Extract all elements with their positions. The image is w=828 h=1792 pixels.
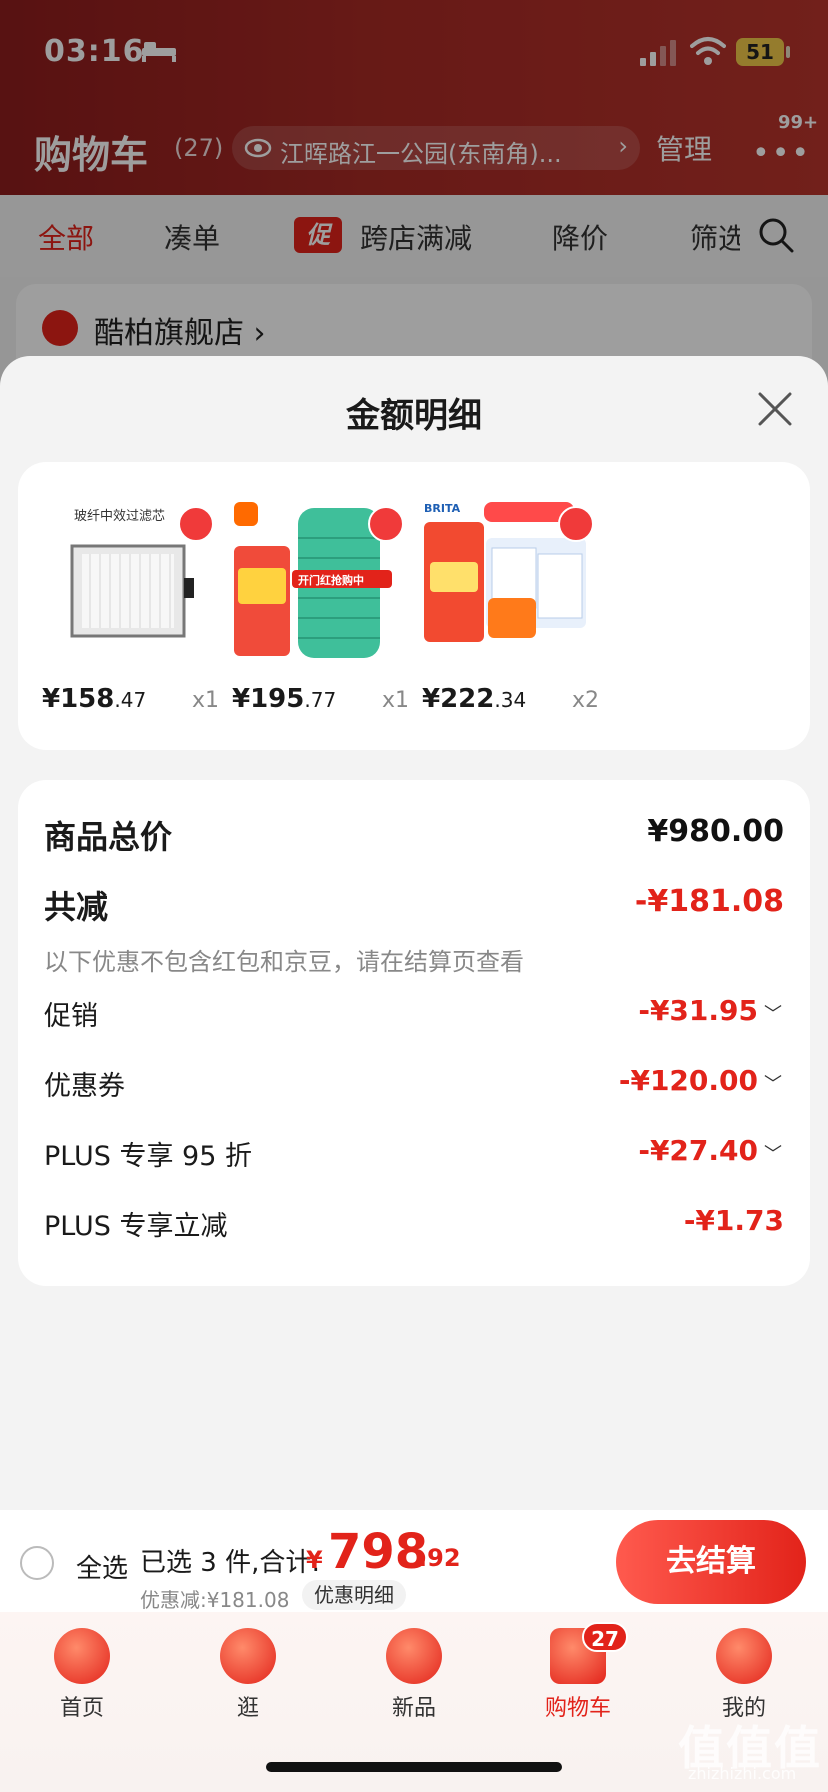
product-price: ¥195.77 xyxy=(232,684,337,714)
discount-label: PLUS 专享立减 xyxy=(44,1211,228,1242)
home-icon xyxy=(54,1628,110,1684)
product-item[interactable]: 玻纤中效过滤芯 ¥158.47 x1 xyxy=(42,498,222,718)
checkout-bar: 全选 已选 3 件,合计: ¥ 798 .92 优惠减:¥181.08 优惠明细… xyxy=(0,1510,828,1612)
chevron-down-icon: ﹀ xyxy=(764,1144,782,1165)
cart-badge: 27 xyxy=(582,1622,628,1652)
total-label: 商品总价 xyxy=(44,818,173,856)
select-all-checkbox[interactable] xyxy=(20,1546,54,1580)
product-quantity: x2 xyxy=(572,688,600,713)
amount-detail-card: 商品总价 ¥980.00 共减 -¥181.08 以下优惠不包含红包和京豆，请在… xyxy=(18,780,810,1286)
product-item[interactable]: BRITA ¥222.34 x2 xyxy=(422,498,602,718)
total-integer: 798 xyxy=(328,1524,429,1580)
product-price: ¥222.34 xyxy=(422,684,527,714)
close-icon[interactable] xyxy=(756,390,794,428)
discount-label: PLUS 专享 95 折 xyxy=(44,1141,252,1172)
tab-cart[interactable]: 27 购物车 xyxy=(518,1622,638,1728)
tab-browse[interactable]: 逛 xyxy=(188,1628,308,1728)
products-card: 玻纤中效过滤芯 ¥158.47 x1 开门红抢购中 ¥195.77 x1 BRI… xyxy=(18,462,810,750)
product-checkbox[interactable] xyxy=(178,506,214,542)
discount-value: -¥31.95 xyxy=(638,994,758,1027)
svg-text:开门红抢购中: 开门红抢购中 xyxy=(298,573,364,587)
watermark-url: zhizhizhi.com xyxy=(688,1764,797,1783)
reduce-label: 共减 xyxy=(44,888,109,926)
new-products-icon xyxy=(386,1628,442,1684)
profile-icon xyxy=(716,1628,772,1684)
tab-new[interactable]: 新品 xyxy=(354,1628,474,1728)
product-checkbox[interactable] xyxy=(558,506,594,542)
discount-label: 优惠券 xyxy=(44,1071,125,1102)
discount-value: -¥1.73 xyxy=(683,1204,784,1237)
checkout-button[interactable]: 去结算 xyxy=(616,1520,806,1604)
tab-home[interactable]: 首页 xyxy=(22,1628,142,1728)
discount-value: -¥27.40 xyxy=(638,1134,758,1167)
home-indicator xyxy=(266,1762,562,1772)
product-checkbox[interactable] xyxy=(368,506,404,542)
sheet-title: 金额明细 xyxy=(346,396,482,436)
reduce-value: -¥181.08 xyxy=(634,884,784,919)
discount-label: 促销 xyxy=(44,1001,98,1032)
tab-label: 首页 xyxy=(59,1696,104,1721)
product-price: ¥158.47 xyxy=(42,684,147,714)
selected-summary: 已选 3 件,合计: xyxy=(140,1548,321,1578)
tab-label: 逛 xyxy=(236,1696,259,1721)
product-quantity: x1 xyxy=(382,688,410,713)
discount-note: 以下优惠不包含红包和京豆，请在结算页查看 xyxy=(44,948,524,976)
tab-label: 新品 xyxy=(391,1696,436,1721)
product-quantity: x1 xyxy=(192,688,220,713)
bottom-tab-bar: 首页 逛 新品 27 购物车 我的 值值值 zhizhizhi.com xyxy=(0,1612,828,1792)
product-item[interactable]: 开门红抢购中 ¥195.77 x1 xyxy=(232,498,412,718)
chevron-down-icon: ﹀ xyxy=(764,1074,782,1095)
browse-icon xyxy=(220,1628,276,1684)
discount-detail-link[interactable]: 优惠明细 xyxy=(302,1580,406,1610)
total-decimal: .92 xyxy=(418,1544,461,1572)
svg-text:玻纤中效过滤芯: 玻纤中效过滤芯 xyxy=(74,509,165,524)
tab-label: 购物车 xyxy=(544,1696,611,1721)
total-currency: ¥ xyxy=(306,1546,323,1574)
total-value: ¥980.00 xyxy=(647,814,784,849)
svg-text:BRITA: BRITA xyxy=(424,502,461,515)
discount-summary: 优惠减:¥181.08 xyxy=(140,1588,290,1612)
chevron-down-icon: ﹀ xyxy=(764,1004,782,1025)
select-all-label[interactable]: 全选 xyxy=(76,1548,128,1585)
discount-value: -¥120.00 xyxy=(618,1064,758,1097)
